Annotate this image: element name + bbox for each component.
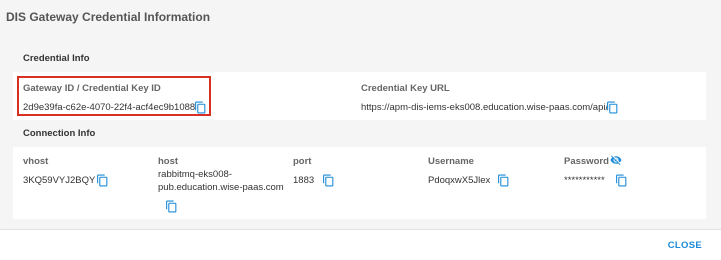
vhost-value: 3KQ59VYJ2BQY <box>23 175 96 186</box>
copy-gateway-id-icon[interactable] <box>194 101 207 114</box>
password-label: Password <box>564 156 609 167</box>
dialog-title: DIS Gateway Credential Information <box>6 10 211 24</box>
password-value: *********** <box>564 175 605 186</box>
copy-port-icon[interactable] <box>322 174 335 187</box>
connection-info-header: Connection Info <box>13 120 706 147</box>
gateway-id-label: Gateway ID / Credential Key ID <box>23 83 161 94</box>
copy-username-icon[interactable] <box>497 174 510 187</box>
copy-host-icon[interactable] <box>165 200 178 213</box>
copy-password-icon[interactable] <box>615 174 628 187</box>
credential-info-title: Credential Info <box>23 53 90 64</box>
host-value-line1: rabbitmq-eks008- <box>158 169 232 180</box>
credential-key-url-value: https://apm-dis-iems-eks008.education.wi… <box>361 102 609 113</box>
credential-info-header: Credential Info <box>13 45 706 72</box>
dialog-footer: CLOSE <box>0 230 721 260</box>
credential-panel: Credential Info Gateway ID / Credential … <box>13 45 706 219</box>
credential-key-url-label: Credential Key URL <box>361 83 450 94</box>
username-value: PdoqxwX5Jlex <box>428 175 491 186</box>
gateway-id-value: 2d9e39fa-c62e-4070-22f4-acf4ec9b1088 <box>23 102 196 113</box>
username-label: Username <box>428 156 474 167</box>
close-button[interactable]: CLOSE <box>668 240 702 251</box>
vhost-label: vhost <box>23 156 49 167</box>
copy-key-url-icon[interactable] <box>606 101 619 114</box>
port-value: 1883 <box>293 175 315 186</box>
host-value-line2: pub.education.wise-paas.com <box>158 182 284 193</box>
host-label: host <box>158 156 179 167</box>
eye-off-icon[interactable] <box>610 154 622 166</box>
port-label: port <box>293 156 312 167</box>
copy-vhost-icon[interactable] <box>96 174 109 187</box>
connection-info-title: Connection Info <box>23 128 96 139</box>
credential-dialog: DIS Gateway Credential Information Crede… <box>0 0 721 260</box>
